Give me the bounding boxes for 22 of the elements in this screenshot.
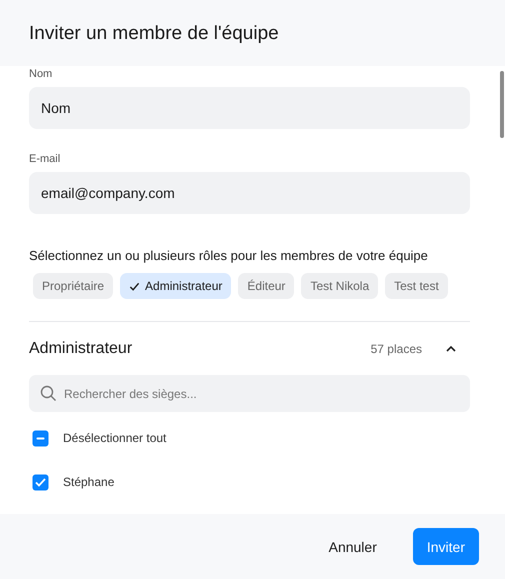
- input-field[interactable]: Nom: [29, 87, 470, 129]
- check-icon: [129, 280, 140, 292]
- role-chip[interactable]: Test Nikola: [301, 273, 378, 299]
- invite-button[interactable]: Inviter: [412, 528, 479, 565]
- role-chip[interactable]: Éditeur: [238, 273, 294, 299]
- checkbox[interactable]: [32, 474, 49, 490]
- dialog-title: Inviter un membre de l'équipe: [29, 22, 279, 45]
- scrollbar[interactable]: [500, 71, 504, 138]
- cancel-button[interactable]: Annuler: [314, 528, 391, 565]
- role-chip[interactable]: Test test: [385, 273, 448, 299]
- roles-prompt: Sélectionnez un ou plusieurs rôles pour les membres de votre équipe: [29, 248, 429, 263]
- input-field[interactable]: email@company.com: [29, 172, 470, 214]
- field-label: E-mail: [29, 153, 62, 166]
- seat-count: 57 places: [370, 342, 422, 356]
- role-chip[interactable]: Propriétaire: [33, 273, 114, 299]
- checkbox-label: Stéphane: [63, 475, 114, 489]
- search-field[interactable]: Rechercher des sièges...: [29, 375, 470, 412]
- checkbox[interactable]: [32, 430, 49, 446]
- field-label: Nom: [29, 68, 54, 81]
- role-chip[interactable]: Administrateur: [120, 273, 232, 299]
- section-title: Administrateur: [29, 340, 134, 358]
- checkbox-label: Désélectionner tout: [63, 431, 166, 445]
